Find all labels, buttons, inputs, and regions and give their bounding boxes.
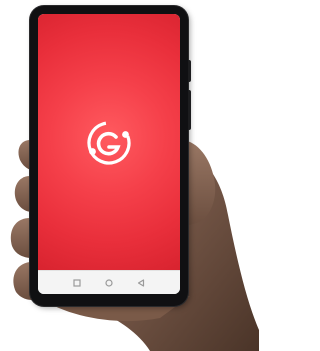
home-button[interactable] [104, 278, 114, 288]
brand-g-orbit-icon [87, 121, 131, 165]
back-triangle-icon [137, 279, 145, 287]
recents-square-icon [73, 279, 81, 287]
recents-button[interactable] [72, 278, 82, 288]
smartphone [30, 6, 191, 306]
app-splash-screen [38, 14, 180, 270]
volume-button [188, 60, 191, 82]
product-photo [0, 0, 259, 351]
power-button [188, 90, 191, 130]
system-navigation-bar [38, 270, 180, 294]
back-button[interactable] [136, 278, 146, 288]
phone-screen [38, 14, 180, 294]
home-circle-icon [105, 279, 113, 287]
